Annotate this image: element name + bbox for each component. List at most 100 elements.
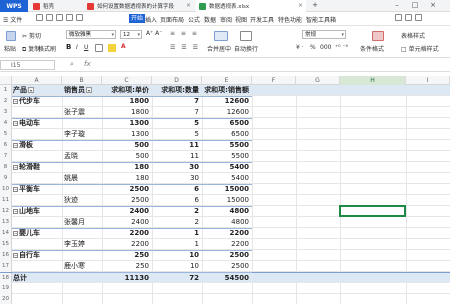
minimize-icon[interactable]: – bbox=[392, 1, 402, 10]
column-header-d[interactable]: D bbox=[152, 76, 202, 85]
merge-button[interactable]: 合并居中 bbox=[207, 44, 231, 53]
collapse-icon[interactable]: − bbox=[13, 98, 18, 104]
price-cell[interactable] bbox=[102, 283, 151, 294]
fx-icon[interactable]: fx bbox=[84, 60, 91, 68]
price-cell[interactable]: 500 bbox=[102, 151, 151, 162]
redo-icon[interactable] bbox=[76, 14, 83, 21]
price-cell[interactable]: 1800 bbox=[102, 107, 151, 118]
collapse-icon[interactable]: − bbox=[13, 142, 18, 148]
cell-a[interactable] bbox=[13, 173, 62, 184]
quantity-cell[interactable]: 5 bbox=[152, 129, 201, 140]
amount-cell[interactable]: 5400 bbox=[202, 173, 251, 184]
product-cell[interactable]: − 滑板 bbox=[13, 140, 62, 151]
quantity-cell[interactable]: 1 bbox=[152, 228, 201, 239]
price-cell[interactable]: 1300 bbox=[102, 118, 151, 129]
row-number[interactable]: 4 bbox=[0, 118, 12, 129]
seller-cell[interactable] bbox=[64, 96, 102, 107]
cell-style-button[interactable]: □ 单元格样式 bbox=[401, 44, 439, 53]
price-cell[interactable]: 1800 bbox=[102, 96, 151, 107]
amount-cell[interactable]: 求和项:销售额 bbox=[202, 85, 251, 96]
product-cell[interactable]: − 山地车 bbox=[13, 206, 62, 217]
quantity-cell[interactable]: 6 bbox=[152, 195, 201, 206]
seller-cell[interactable]: 销售员 ▾ bbox=[64, 85, 102, 96]
row-number[interactable]: 9 bbox=[0, 173, 12, 184]
column-header-c[interactable]: C bbox=[102, 76, 152, 85]
collapse-icon[interactable]: − bbox=[13, 252, 18, 258]
cell-a[interactable] bbox=[13, 283, 62, 294]
row-number[interactable]: 5 bbox=[0, 129, 12, 140]
bold-button[interactable]: B bbox=[66, 43, 71, 51]
column-header-g[interactable]: G bbox=[296, 76, 340, 85]
undo-icon[interactable] bbox=[66, 14, 73, 21]
quantity-cell[interactable]: 2 bbox=[152, 217, 201, 228]
row-number[interactable]: 14 bbox=[0, 228, 12, 239]
quantity-cell[interactable]: 7 bbox=[152, 107, 201, 118]
column-header-a[interactable]: A bbox=[12, 76, 62, 85]
row-number[interactable]: 1 bbox=[0, 85, 12, 96]
amount-cell[interactable]: 6500 bbox=[202, 118, 251, 129]
percent-button[interactable]: % bbox=[310, 44, 316, 51]
row-number[interactable]: 2 bbox=[0, 96, 12, 107]
price-cell[interactable]: 250 bbox=[102, 250, 151, 261]
column-header-b[interactable]: B bbox=[62, 76, 102, 85]
filter-dropdown-icon[interactable]: ▾ bbox=[86, 87, 92, 93]
menu-developer[interactable]: 开发工具 bbox=[250, 15, 274, 24]
price-cell[interactable]: 2200 bbox=[102, 228, 151, 239]
seller-cell[interactable] bbox=[64, 294, 102, 304]
seller-cell[interactable] bbox=[64, 162, 102, 173]
paste-button[interactable]: 粘贴 bbox=[4, 44, 16, 53]
italic-button[interactable]: I bbox=[76, 44, 78, 51]
price-cell[interactable]: 2500 bbox=[102, 184, 151, 195]
row-number[interactable]: 3 bbox=[0, 107, 12, 118]
conditional-format-icon[interactable] bbox=[372, 31, 384, 41]
amount-cell[interactable]: 12600 bbox=[202, 107, 251, 118]
seller-cell[interactable] bbox=[64, 206, 102, 217]
price-cell[interactable]: 2500 bbox=[102, 195, 151, 206]
cell-a[interactable] bbox=[13, 107, 62, 118]
amount-cell[interactable]: 15000 bbox=[202, 184, 251, 195]
cell-a[interactable] bbox=[13, 239, 62, 250]
column-header-i[interactable]: I bbox=[406, 76, 450, 85]
filter-dropdown-icon[interactable]: ▾ bbox=[28, 87, 34, 93]
font-size-select[interactable]: 12 ▾ bbox=[120, 30, 142, 39]
menu-smart-tools[interactable]: 智能工具箱 bbox=[306, 15, 336, 24]
product-cell[interactable]: − 婴儿车 bbox=[13, 228, 62, 239]
number-format-select[interactable]: 常规 ▾ bbox=[302, 30, 346, 39]
amount-cell[interactable]: 2200 bbox=[202, 228, 251, 239]
quantity-cell[interactable]: 10 bbox=[152, 250, 201, 261]
menu-features[interactable]: 特色功能 bbox=[278, 15, 302, 24]
merge-icon[interactable] bbox=[214, 31, 228, 41]
wrap-icon[interactable] bbox=[240, 31, 252, 41]
price-cell[interactable]: 2400 bbox=[102, 217, 151, 228]
seller-cell[interactable] bbox=[64, 140, 102, 151]
price-cell[interactable]: 180 bbox=[102, 173, 151, 184]
cell-a[interactable] bbox=[13, 294, 62, 304]
tab-workbook[interactable]: 数据透视表.xlsx × bbox=[196, 0, 306, 12]
product-cell[interactable]: − 平衡车 bbox=[13, 184, 62, 195]
price-cell[interactable]: 500 bbox=[102, 140, 151, 151]
quantity-cell[interactable]: 5 bbox=[152, 118, 201, 129]
amount-cell[interactable]: 15000 bbox=[202, 195, 251, 206]
cell-a[interactable] bbox=[13, 129, 62, 140]
align-left-icons[interactable]: ☰ ☰ ☰ bbox=[170, 44, 200, 51]
table-style-button[interactable]: 表格样式 bbox=[401, 31, 425, 40]
product-cell[interactable]: − 代步车 bbox=[13, 96, 62, 107]
select-all-corner[interactable] bbox=[0, 76, 12, 85]
close-icon[interactable]: × bbox=[186, 2, 191, 9]
amount-cell[interactable]: 4800 bbox=[202, 206, 251, 217]
price-cell[interactable]: 180 bbox=[102, 162, 151, 173]
cut-button[interactable]: ✂ 剪切 bbox=[22, 31, 41, 40]
amount-cell[interactable] bbox=[202, 283, 251, 294]
quantity-cell[interactable]: 求和项:数量 bbox=[152, 85, 201, 96]
quantity-cell[interactable]: 6 bbox=[152, 184, 201, 195]
quantity-cell[interactable]: 30 bbox=[152, 162, 201, 173]
collapse-icon[interactable]: − bbox=[13, 164, 18, 170]
menu-data[interactable]: 数据 bbox=[204, 15, 216, 24]
row-number[interactable]: 12 bbox=[0, 206, 12, 217]
active-cell-selection[interactable] bbox=[339, 205, 406, 217]
currency-button[interactable]: ¥ · bbox=[296, 44, 304, 51]
menu-insert[interactable]: 插入 bbox=[145, 15, 157, 24]
spreadsheet-grid[interactable]: 1 产品 ▾ 销售员 ▾ 求和项:单价 求和项:数量 求和项:销售额 2− 代步车 1800 7 126… bbox=[0, 85, 450, 304]
quantity-cell[interactable]: 1 bbox=[152, 239, 201, 250]
fill-color-icon[interactable] bbox=[108, 44, 116, 52]
